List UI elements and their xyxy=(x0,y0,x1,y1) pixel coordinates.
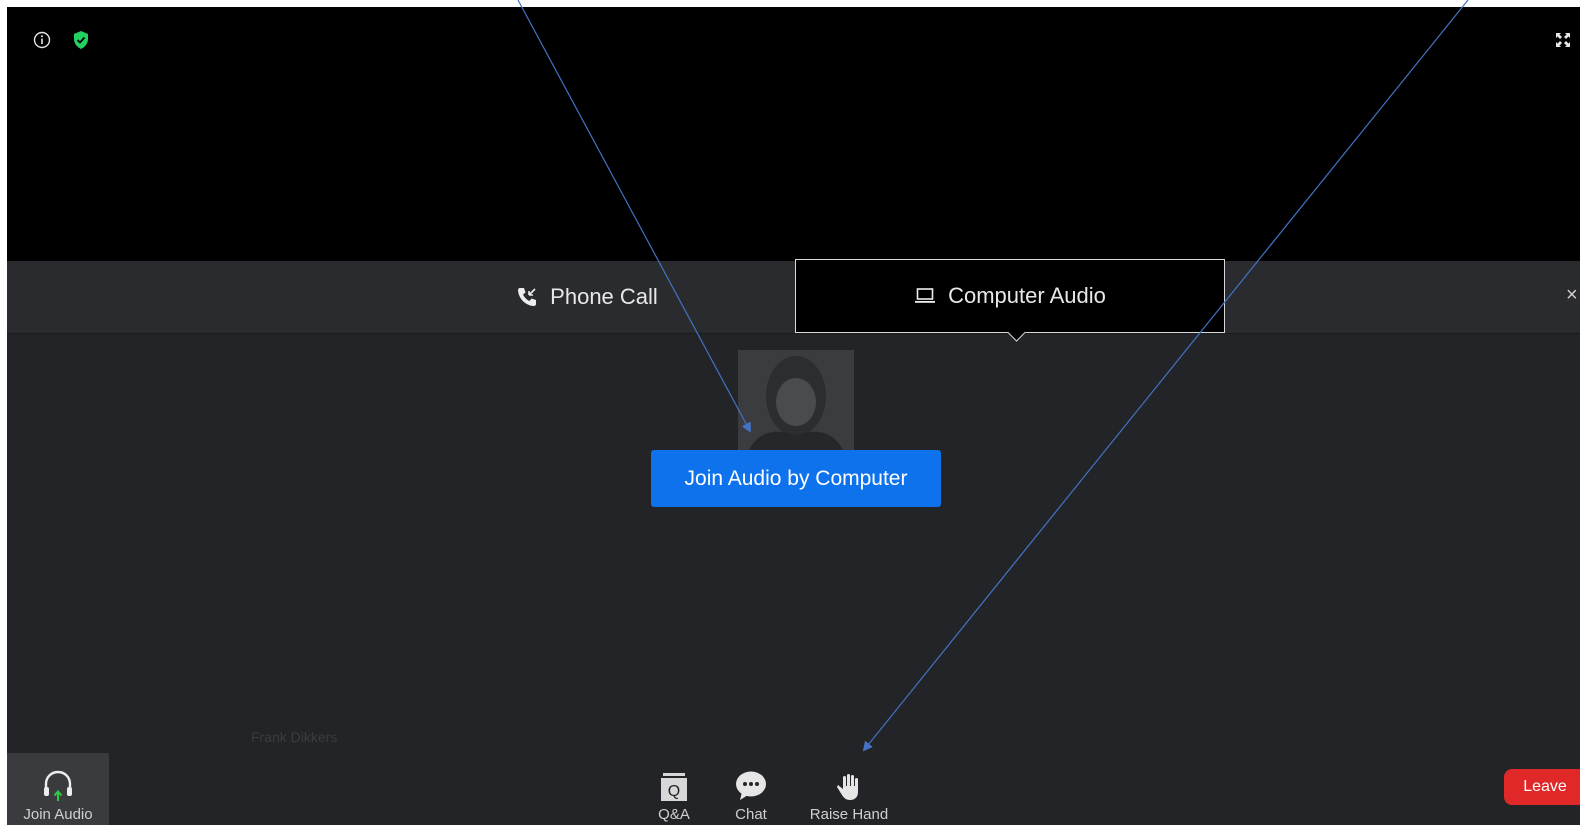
tab-phone-call-label: Phone Call xyxy=(550,284,658,309)
video-area xyxy=(7,7,1580,261)
tab-computer-audio[interactable]: Computer Audio xyxy=(795,259,1225,342)
raise-hand-label: Raise Hand xyxy=(809,806,889,823)
meeting-toolbar: Join Audio Q Q&A Chat Raise Hand Leave xyxy=(7,753,1580,825)
join-audio-by-computer-button[interactable]: Join Audio by Computer xyxy=(651,450,941,507)
raise-hand-icon xyxy=(837,774,858,800)
raise-hand-button[interactable]: Raise Hand xyxy=(807,753,891,825)
chat-button[interactable]: Chat xyxy=(729,753,773,825)
qa-button[interactable]: Q Q&A xyxy=(652,753,696,825)
chat-icon xyxy=(736,771,766,800)
tab-phone-call[interactable]: Phone Call xyxy=(487,261,687,333)
chat-label: Chat xyxy=(735,806,767,823)
participant-name: Frank Dikkers xyxy=(251,729,338,745)
tab-pointer xyxy=(1007,323,1026,342)
qa-label: Q&A xyxy=(658,806,690,823)
headphones-icon xyxy=(44,770,72,801)
meeting-window: Phone Call Computer Audio × Join Audio b… xyxy=(7,7,1580,825)
qa-icon: Q xyxy=(661,773,687,801)
join-audio-button[interactable]: Join Audio xyxy=(7,753,109,825)
audio-tabs: Phone Call Computer Audio xyxy=(7,259,1580,342)
info-icon[interactable] xyxy=(31,29,53,51)
shield-check-icon[interactable] xyxy=(70,29,92,51)
leave-button[interactable]: Leave xyxy=(1504,769,1580,805)
join-audio-label: Join Audio xyxy=(23,806,93,823)
phone-icon xyxy=(518,288,537,306)
participant-avatar xyxy=(738,350,854,452)
laptop-icon xyxy=(915,288,936,303)
tab-computer-audio-label: Computer Audio xyxy=(948,283,1106,308)
fullscreen-icon[interactable] xyxy=(1556,29,1576,51)
svg-text:Q: Q xyxy=(668,783,680,800)
close-icon[interactable]: × xyxy=(1566,284,1580,307)
